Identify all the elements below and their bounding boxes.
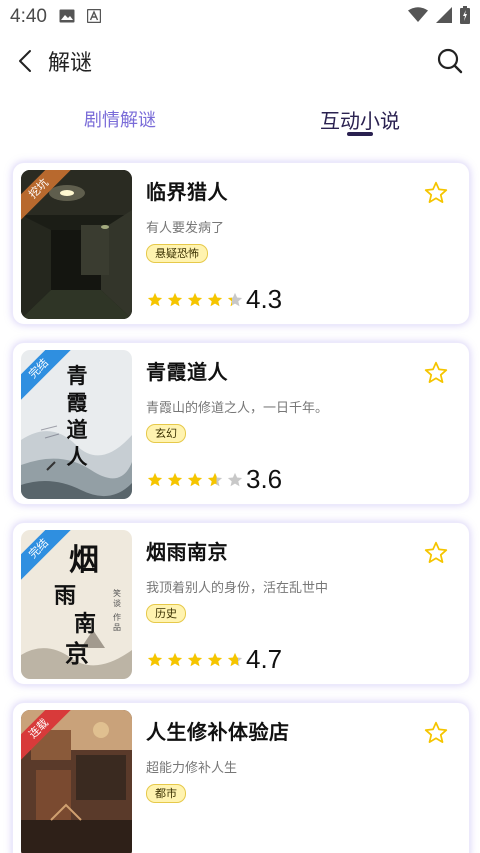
svg-text:京: 京: [65, 639, 89, 668]
battery-icon: [460, 6, 470, 28]
star-icon: [227, 292, 243, 306]
book-info: 青霞道人 青霞山的修道之人，一日千年。 玄幻 3.6: [132, 350, 461, 497]
book-info: 临界猎人 有人要发病了 悬疑恐怖 4.3: [132, 170, 461, 317]
favorite-button[interactable]: [423, 540, 449, 566]
svg-text:作: 作: [113, 612, 121, 622]
search-button[interactable]: [434, 45, 466, 77]
star-icon: [167, 292, 183, 306]
cover-title: 烟: [69, 543, 99, 578]
svg-text:霞: 霞: [67, 390, 89, 415]
book-cover[interactable]: 烟 雨 南 京 笑 谈 作 品 完结: [21, 530, 132, 679]
status-bar: 4:40: [0, 0, 480, 34]
svg-text:南: 南: [74, 611, 96, 637]
genre-tag: 玄幻: [146, 424, 186, 443]
genre-tag: 都市: [146, 784, 186, 803]
book-card[interactable]: 烟 雨 南 京 笑 谈 作 品 完结 烟雨南京 我顶着别人的身份，活在乱世中 历…: [12, 522, 470, 685]
star-icon: [167, 472, 183, 486]
active-tab-indicator: [347, 132, 373, 136]
tab-label: 互动小说: [320, 108, 400, 133]
app-screen: 4:40 解谜 剧情解谜 互动小说 挖坑 临界猎人 有人要发病了 悬疑恐怖 4.…: [0, 0, 480, 853]
rating-value: 4.7: [246, 644, 283, 674]
book-title: 青霞道人: [146, 360, 228, 384]
book-card[interactable]: 挖坑 临界猎人 有人要发病了 悬疑恐怖 4.3: [12, 162, 470, 325]
star-icon: [207, 652, 223, 666]
star-outline-icon: [424, 361, 448, 383]
star-icon: [147, 652, 163, 666]
book-title: 临界猎人: [146, 180, 228, 204]
star-icon: [227, 652, 243, 666]
book-info: 人生修补体验店 超能力修补人生 都市: [132, 710, 461, 853]
svg-text:人: 人: [67, 444, 88, 469]
tab-interactive-novel[interactable]: 互动小说: [240, 88, 480, 150]
rating-row: 3.6: [146, 464, 282, 495]
status-time: 4:40: [10, 6, 47, 27]
favorite-button[interactable]: [423, 360, 449, 386]
back-button[interactable]: [18, 46, 42, 76]
star-icon: [147, 292, 163, 306]
rating-value: 4.3: [246, 284, 283, 314]
star-icon: [227, 472, 243, 486]
star-icon: [207, 472, 223, 486]
rating-value: 3.6: [246, 464, 283, 494]
book-description: 有人要发病了: [146, 221, 225, 236]
rating-row: 4.3: [146, 284, 282, 315]
genre-tag: 历史: [146, 604, 186, 623]
app-a-icon: [86, 8, 102, 27]
star-icon: [187, 472, 203, 486]
search-icon: [437, 48, 463, 74]
book-card[interactable]: 青 霞 道 人 完结 青霞道人 青霞山的修道之人，一日千年。 玄幻 3.6: [12, 342, 470, 505]
star-rating: [146, 471, 244, 489]
svg-text:雨: 雨: [54, 583, 76, 609]
rating-row: 4.7: [146, 644, 282, 675]
book-title: 人生修补体验店: [146, 720, 290, 744]
star-rating: [146, 291, 244, 309]
cover-title: 青: [67, 363, 88, 388]
star-icon: [187, 652, 203, 666]
page-title: 解谜: [48, 51, 93, 76]
book-cover[interactable]: 挖坑: [21, 170, 132, 319]
chevron-left-icon: [19, 50, 31, 72]
star-icon: [187, 292, 203, 306]
star-icon: [167, 652, 183, 666]
book-description: 我顶着别人的身份，活在乱世中: [146, 581, 329, 596]
favorite-button[interactable]: [423, 720, 449, 746]
star-outline-icon: [424, 721, 448, 743]
book-cover[interactable]: 连载: [21, 710, 132, 853]
gallery-icon: [59, 8, 75, 27]
star-icon: [147, 472, 163, 486]
category-tabs: 剧情解谜 互动小说: [0, 88, 480, 150]
app-header: 解谜: [0, 34, 480, 88]
book-cover[interactable]: 青 霞 道 人 完结: [21, 350, 132, 499]
book-title: 烟雨南京: [146, 540, 228, 564]
star-outline-icon: [424, 181, 448, 203]
favorite-button[interactable]: [423, 180, 449, 206]
star-rating: [146, 651, 244, 669]
svg-text:道: 道: [67, 417, 88, 442]
tab-story-puzzle[interactable]: 剧情解谜: [0, 88, 240, 150]
book-description: 超能力修补人生: [146, 761, 238, 776]
book-card[interactable]: 连载 人生修补体验店 超能力修补人生 都市: [12, 702, 470, 853]
genre-tag: 悬疑恐怖: [146, 244, 208, 263]
star-outline-icon: [424, 541, 448, 563]
book-info: 烟雨南京 我顶着别人的身份，活在乱世中 历史 4.7: [132, 530, 461, 677]
book-list: 挖坑 临界猎人 有人要发病了 悬疑恐怖 4.3 青 霞 道 人 完结 青霞道人 …: [0, 162, 480, 853]
star-icon: [207, 292, 223, 306]
svg-text:品: 品: [113, 623, 121, 632]
book-description: 青霞山的修道之人，一日千年。: [146, 401, 329, 416]
svg-text:笑: 笑: [113, 588, 121, 598]
svg-text:谈: 谈: [113, 598, 121, 608]
tab-label: 剧情解谜: [84, 110, 156, 131]
signal-icon: [436, 7, 452, 27]
wifi-icon: [408, 7, 428, 27]
